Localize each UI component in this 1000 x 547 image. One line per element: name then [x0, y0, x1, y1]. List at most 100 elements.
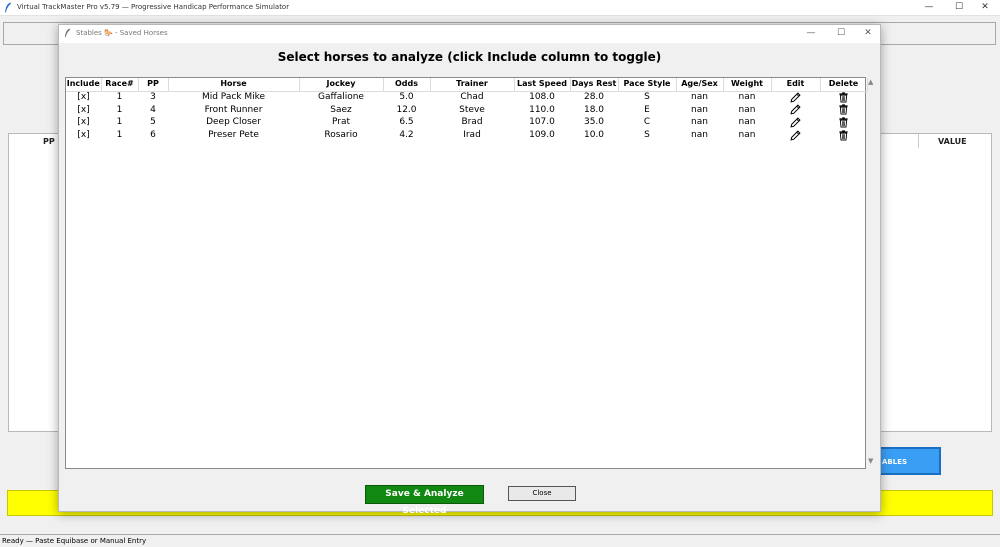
column-header-last-speed[interactable]: Last Speed [514, 78, 571, 92]
pp-column-header: PP [43, 137, 55, 146]
column-header-pp[interactable]: PP [138, 78, 169, 92]
age-sex-cell: nan [691, 130, 708, 141]
include-cell[interactable]: [x] [66, 104, 101, 117]
column-header-age-sex[interactable]: Age/Sex [676, 78, 724, 92]
edit-cell[interactable] [771, 117, 820, 130]
close-button[interactable]: Close [508, 486, 576, 501]
feather-icon [4, 2, 12, 16]
dialog-title: Stables 🐎 - Saved Horses [76, 29, 168, 37]
column-header-pace-style[interactable]: Pace Style [618, 78, 677, 92]
include-cell[interactable]: [x] [66, 91, 101, 104]
horse-cell: Deep Closer [206, 117, 261, 128]
pace-style-cell: S [644, 92, 650, 102]
pace-style-cell: S [644, 130, 650, 141]
days-rest-cell: 10.0 [583, 130, 605, 141]
dialog-titlebar: Stables 🐎 - Saved Horses — ☐ ✕ [59, 25, 880, 43]
race-cell: 1 [116, 104, 123, 115]
last-speed-cell: 109.0 [529, 130, 555, 141]
age-sex-cell: nan [691, 92, 708, 102]
trainer-cell: Steve [459, 104, 485, 115]
last-speed-cell: 107.0 [529, 117, 555, 128]
scroll-up-icon[interactable]: ▲ [868, 78, 873, 86]
table-row[interactable]: [x] 1 4 Front Runner Saez 12.0 Steve 110.0 18.0 E… [66, 104, 867, 117]
weight-cell: nan [738, 117, 756, 128]
delete-cell[interactable] [820, 129, 867, 143]
feather-icon [64, 28, 71, 41]
age-sex-cell: nan [691, 117, 708, 128]
age-sex-cell: nan [691, 104, 708, 115]
jockey-cell: Gaffalione [318, 92, 364, 102]
weight-cell: nan [738, 104, 756, 115]
edit-cell[interactable] [771, 104, 820, 117]
dialog-close-icon[interactable]: ✕ [853, 25, 883, 43]
odds-cell: 4.2 [399, 130, 414, 141]
value-column-header: VALUE [938, 137, 967, 146]
column-header-weight[interactable]: Weight [723, 78, 772, 92]
delete-cell[interactable] [820, 104, 867, 117]
column-header-delete[interactable]: Delete [820, 78, 868, 92]
race-cell: 1 [116, 92, 123, 102]
horses-table: Include Race# PP Horse Jockey Odds Train… [66, 78, 868, 142]
trash-icon[interactable] [838, 104, 849, 115]
trainer-cell: Irad [463, 130, 481, 141]
column-header-jockey[interactable]: Jockey [299, 78, 384, 92]
close-icon[interactable]: ✕ [970, 0, 1000, 16]
column-header-edit[interactable]: Edit [771, 78, 821, 92]
scroll-down-icon[interactable]: ▼ [868, 457, 873, 465]
odds-cell: 6.5 [399, 117, 414, 128]
horses-table-container: Include Race# PP Horse Jockey Odds Train… [65, 77, 868, 469]
edit-cell[interactable] [771, 91, 820, 104]
table-row[interactable]: [x] 1 3 Mid Pack Mike Gaffalione 5.0 Chad 108.0… [66, 91, 867, 104]
minimize-icon[interactable]: — [914, 0, 944, 16]
edit-cell[interactable] [771, 129, 820, 143]
table-scrollbar[interactable]: ▲ ▼ [866, 77, 878, 469]
trash-icon[interactable] [838, 129, 849, 141]
odds-cell: 5.0 [399, 92, 414, 102]
table-row[interactable]: [x] 1 5 Deep Closer Prat 6.5 Brad 107.0 35.0 Cnan… [66, 117, 867, 130]
include-cell[interactable]: [x] [66, 117, 101, 130]
jockey-cell: Rosario [324, 130, 358, 141]
delete-cell[interactable] [820, 117, 867, 130]
days-rest-cell: 35.0 [583, 117, 605, 128]
stables-dialog: Stables 🐎 - Saved Horses — ☐ ✕ Select ho… [58, 24, 881, 516]
app-title: Virtual TrackMaster Pro v5.79 — Progress… [17, 3, 290, 11]
pp-cell: 4 [150, 104, 156, 115]
column-header-include[interactable]: Include [66, 78, 102, 92]
column-header-trainer[interactable]: Trainer [430, 78, 515, 92]
dialog-heading: Select horses to analyze (click Include … [277, 50, 662, 64]
pace-style-cell: E [644, 104, 650, 115]
last-speed-cell: 110.0 [529, 104, 555, 115]
pp-cell: 3 [150, 92, 156, 102]
column-header-odds[interactable]: Odds [383, 78, 431, 92]
delete-cell[interactable] [820, 91, 867, 104]
save-analyze-button[interactable]: Save & Analyze Selected [365, 485, 484, 516]
horse-cell: Mid Pack Mike [201, 92, 266, 102]
column-divider [918, 134, 919, 148]
column-header-days-rest[interactable]: Days Rest [570, 78, 619, 92]
pencil-icon[interactable] [790, 91, 801, 103]
trash-icon[interactable] [838, 91, 849, 103]
dialog-minimize-icon[interactable]: — [796, 25, 826, 43]
pencil-icon[interactable] [790, 117, 801, 128]
trash-icon[interactable] [838, 117, 849, 128]
race-cell: 1 [116, 130, 123, 141]
status-text: Ready — Paste Equibase or Manual Entry [2, 537, 147, 545]
column-header-race[interactable]: Race# [101, 78, 139, 92]
race-cell: 1 [116, 117, 123, 128]
jockey-cell: Prat [331, 117, 350, 128]
pencil-icon[interactable] [790, 129, 801, 141]
table-row[interactable]: [x] 1 6 Preser Pete Rosario 4.2 Irad 109.0 10.0 S… [66, 129, 867, 143]
pencil-icon[interactable] [790, 104, 801, 115]
trainer-cell: Chad [460, 92, 484, 102]
dialog-maximize-icon[interactable]: ☐ [826, 25, 856, 43]
horse-cell: Front Runner [204, 104, 263, 115]
days-rest-cell: 28.0 [583, 92, 605, 102]
trainer-cell: Brad [461, 117, 483, 128]
weight-cell: nan [738, 130, 756, 141]
stables-button-label: ABLES [882, 458, 908, 466]
days-rest-cell: 18.0 [583, 104, 605, 115]
pp-cell: 5 [150, 117, 156, 128]
column-header-horse[interactable]: Horse [168, 78, 300, 92]
status-bar: Ready — Paste Equibase or Manual Entry [0, 534, 1000, 547]
include-cell[interactable]: [x] [66, 130, 101, 143]
